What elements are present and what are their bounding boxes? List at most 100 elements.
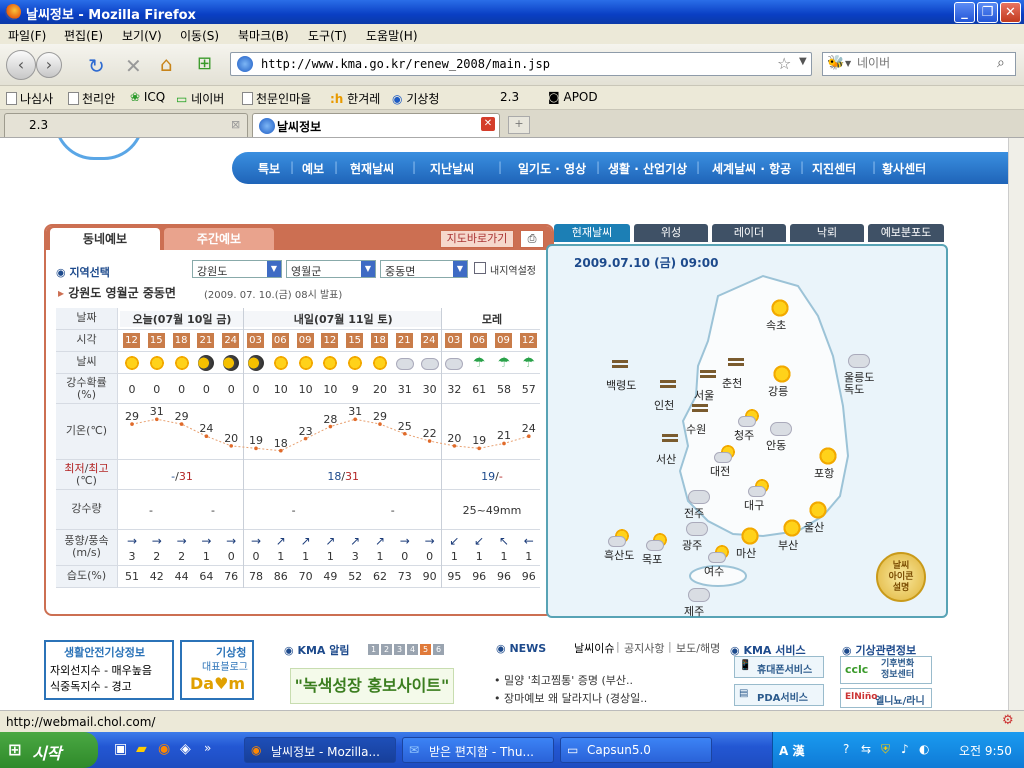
- bookmark-item[interactable]: 천문인마을: [242, 90, 311, 107]
- page-number[interactable]: 6: [433, 644, 444, 655]
- minimize-button[interactable]: _: [954, 2, 975, 23]
- print-icon[interactable]: ⎙: [520, 230, 544, 248]
- bookmark-item[interactable]: ▭ 네이버: [176, 90, 224, 107]
- map-shortcut-button[interactable]: 지도바로가기: [440, 230, 514, 248]
- elnino-button[interactable]: ElNiño엘니뇨/라니냐: [840, 688, 932, 708]
- addon-icon[interactable]: ⚙: [1002, 713, 1014, 728]
- page-scrollbar[interactable]: [1008, 138, 1024, 710]
- bookmark-item[interactable]: :h 한겨레: [330, 90, 380, 107]
- city-label[interactable]: 여수: [704, 566, 724, 578]
- city-label[interactable]: 대구: [744, 500, 764, 512]
- map-tab-lightning[interactable]: 낙뢰: [790, 224, 864, 242]
- bookmark-item[interactable]: ◉ 기상청: [392, 90, 439, 107]
- city-label[interactable]: 대전: [710, 466, 730, 478]
- search-icon[interactable]: ⌕: [997, 55, 1005, 71]
- search-input[interactable]: [857, 56, 987, 70]
- task-capsun[interactable]: ▭ Capsun5.0: [560, 737, 712, 763]
- nav-life[interactable]: 생활 · 산업기상: [608, 160, 687, 177]
- page-number[interactable]: 4: [407, 644, 418, 655]
- menu-help[interactable]: 도움말(H): [366, 27, 418, 44]
- chevron-down-icon[interactable]: ▼: [845, 59, 851, 68]
- close-tab-icon[interactable]: ✕: [481, 117, 495, 131]
- nav-world[interactable]: 세계날씨 · 항공: [712, 160, 791, 177]
- city-label[interactable]: 목포: [642, 554, 662, 566]
- news-item[interactable]: • 밀양 '최고찜통' 증명 (부산..: [494, 672, 633, 688]
- reload-icon[interactable]: ↻: [88, 54, 105, 78]
- county-select[interactable]: 영월군 ▼: [286, 260, 376, 278]
- tab-weekly-forecast[interactable]: 주간예보: [164, 228, 274, 250]
- search-bar[interactable]: 🐝 ▼ ⌕: [822, 52, 1016, 76]
- stop-icon[interactable]: ✕: [125, 54, 142, 78]
- news-item[interactable]: • 장마예보 왜 달라지나 (경상일..: [494, 690, 647, 706]
- tab-2-3[interactable]: 2.3 ⊠: [4, 113, 248, 137]
- back-button[interactable]: ‹: [6, 50, 36, 80]
- bookmark-item[interactable]: 천리안: [68, 90, 115, 107]
- page-number[interactable]: 3: [394, 644, 405, 655]
- star-icon[interactable]: ☆: [777, 54, 791, 73]
- media-icon[interactable]: ◈: [180, 741, 191, 757]
- city-label[interactable]: 강릉: [768, 386, 788, 398]
- maximize-button[interactable]: ❐: [977, 2, 998, 23]
- icon-legend-badge[interactable]: 날씨 아이콘 설명: [876, 552, 926, 602]
- map-tab-current[interactable]: 현재날씨: [554, 224, 630, 242]
- page-number[interactable]: 5: [420, 644, 431, 655]
- new-tab-button[interactable]: +: [508, 116, 530, 134]
- nav-chart[interactable]: 일기도 · 영상: [518, 160, 586, 177]
- menu-file[interactable]: 파일(F): [8, 27, 46, 44]
- city-label[interactable]: 제주: [684, 606, 704, 618]
- city-label[interactable]: 속초: [766, 320, 786, 332]
- news-tab-notice[interactable]: 공지사항: [624, 640, 664, 656]
- map-tab-distribution[interactable]: 예보분포도: [868, 224, 944, 242]
- city-label[interactable]: 백령도: [606, 380, 636, 392]
- climate-center-button[interactable]: cclc 기후변화 정보센터: [840, 656, 932, 684]
- desktop-icon[interactable]: ▣: [114, 741, 127, 757]
- blog-box[interactable]: 기상청 대표블로그 Da♥m: [180, 640, 254, 700]
- safety-info-box[interactable]: 생활안전기상정보 자외선지수 - 매우높음 식중독지수 - 경고: [44, 640, 174, 700]
- my-region-checkbox[interactable]: [474, 262, 486, 274]
- chevron-right-icon[interactable]: »: [204, 741, 211, 755]
- ime-indicator[interactable]: A 漢: [779, 742, 804, 759]
- tab-local-forecast[interactable]: 동네예보: [50, 228, 160, 250]
- help-icon[interactable]: ?: [843, 742, 849, 756]
- close-button[interactable]: ✕: [1000, 2, 1021, 23]
- nav-dust[interactable]: 황사센터: [882, 160, 926, 177]
- city-label[interactable]: 서산: [656, 454, 676, 466]
- map-tab-radar[interactable]: 레이더: [712, 224, 786, 242]
- bookmark-item[interactable]: ◙ APOD: [548, 90, 598, 104]
- menu-go[interactable]: 이동(S): [180, 27, 219, 44]
- nav-past[interactable]: 지난날씨: [430, 160, 474, 177]
- bookmark-item[interactable]: 나심사: [6, 90, 53, 107]
- nav-warning[interactable]: 특보: [258, 160, 280, 177]
- city-label[interactable]: 광주: [682, 540, 702, 552]
- task-thunderbird[interactable]: ✉ 받은 편지함 - Thu...: [402, 737, 554, 763]
- chevron-down-icon[interactable]: ▼: [799, 56, 807, 67]
- news-tab-issue[interactable]: 날씨이슈: [574, 640, 614, 656]
- page-number[interactable]: 2: [381, 644, 392, 655]
- nav-current[interactable]: 현재날씨: [350, 160, 394, 177]
- new-tab-icon[interactable]: ⊞: [197, 53, 212, 74]
- pda-service-button[interactable]: ▤ PDA서비스: [734, 684, 824, 706]
- city-label[interactable]: 전주: [684, 508, 704, 520]
- city-label[interactable]: 청주: [734, 430, 754, 442]
- city-label[interactable]: 흑산도: [604, 550, 634, 562]
- window-titlebar[interactable]: 날씨정보 - Mozilla Firefox _ ❐ ✕: [0, 0, 1024, 24]
- city-label[interactable]: 부산: [778, 540, 798, 552]
- firefox-quick-icon[interactable]: ◉: [158, 741, 170, 757]
- menu-view[interactable]: 보기(V): [122, 27, 162, 44]
- tray-app-icon[interactable]: ◐: [919, 742, 929, 756]
- url-bar[interactable]: http://www.kma.go.kr/renew_2008/main.jsp…: [230, 52, 812, 76]
- bookmark-item[interactable]: ❀ ICQ: [130, 90, 165, 104]
- mobile-service-button[interactable]: 📱 휴대폰서비스: [734, 656, 824, 678]
- menu-tools[interactable]: 도구(T): [308, 27, 347, 44]
- city-label[interactable]: 수원: [686, 424, 706, 436]
- province-select[interactable]: 강원도 ▼: [192, 260, 282, 278]
- tab-weather[interactable]: 날씨정보 ✕: [252, 113, 500, 137]
- forward-button[interactable]: ›: [36, 52, 62, 78]
- start-button[interactable]: ⊞ 시작: [0, 732, 98, 768]
- map-tab-satellite[interactable]: 위성: [634, 224, 708, 242]
- close-tab-icon[interactable]: ⊠: [231, 118, 240, 131]
- menu-bookmarks[interactable]: 북마크(B): [238, 27, 289, 44]
- city-label[interactable]: 인천: [654, 400, 674, 412]
- folder-icon[interactable]: ▰: [136, 741, 147, 757]
- network-icon[interactable]: ⇆: [861, 742, 871, 756]
